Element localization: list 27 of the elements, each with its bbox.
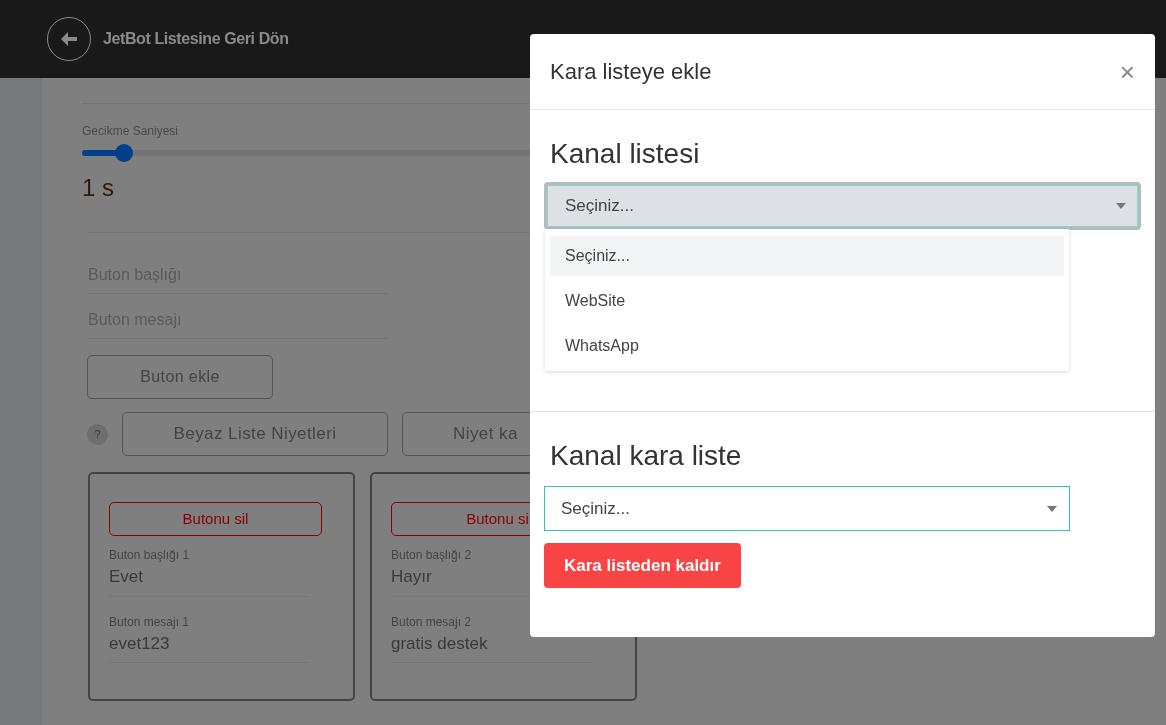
delete-button[interactable]: Butonu sil <box>109 502 322 536</box>
dropdown-option[interactable]: Seçiniz... <box>550 236 1064 276</box>
title-field[interactable]: Evet <box>109 564 309 597</box>
channel-select[interactable]: Seçiniz... <box>544 182 1141 230</box>
dropdown-option[interactable]: WebSite <box>550 281 1064 321</box>
message-field[interactable]: evet123 <box>109 630 309 663</box>
slider-thumb[interactable] <box>115 144 134 162</box>
field-label: Buton mesajı 1 <box>109 613 191 631</box>
add-button[interactable]: Buton ekle <box>87 355 273 399</box>
field-label: Buton başlığı 1 <box>109 547 191 564</box>
close-button[interactable]: × <box>1119 58 1135 85</box>
blacklist-select[interactable]: Seçiniz... <box>544 486 1070 531</box>
field-label: Buton mesajı 2 <box>391 613 473 631</box>
help-badge[interactable]: ? <box>87 423 108 445</box>
delay-value: 1 s <box>82 173 115 203</box>
field-label: Buton başlığı 2 <box>391 547 473 564</box>
remove-button[interactable]: Kara listeden kaldır <box>544 543 741 588</box>
slider-track[interactable] <box>82 144 530 162</box>
caret-icon <box>1116 203 1126 209</box>
modal-title: Kara listeye ekle <box>550 58 712 86</box>
arrow-left-icon <box>60 31 78 47</box>
back-label[interactable]: JetBot Listesine Geri Dön <box>103 27 289 51</box>
intent-button[interactable]: Beyaz Liste Niyetleri <box>122 412 388 456</box>
dropdown-option[interactable]: WhatsApp <box>550 326 1064 366</box>
section-heading: Kanal listesi <box>550 137 700 171</box>
caret-icon <box>1047 505 1057 512</box>
section-heading: Kanal kara liste <box>550 439 742 473</box>
